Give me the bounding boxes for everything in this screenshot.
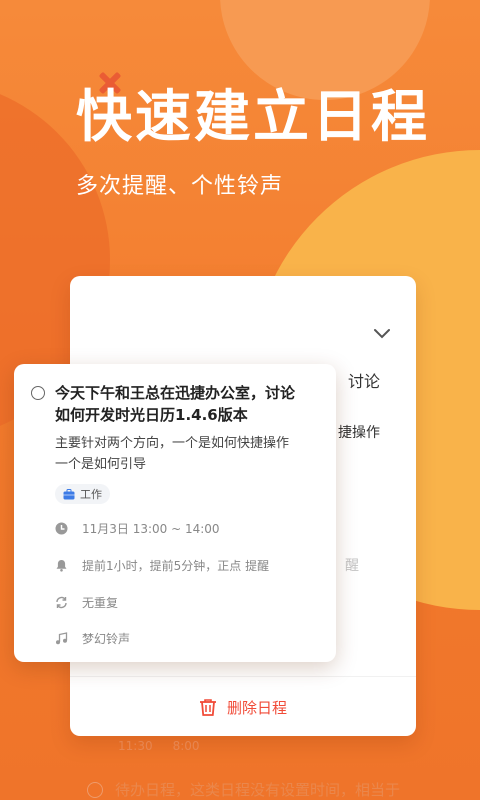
event-time-row[interactable]: 11月3日 13:00 ~ 14:00	[55, 520, 220, 537]
complete-radio[interactable]	[31, 386, 45, 400]
event-time: 11月3日 13:00 ~ 14:00	[82, 522, 220, 536]
bell-icon	[56, 560, 67, 572]
category-tag-label: 工作	[80, 488, 102, 501]
list-item-time-a: 11:30	[118, 739, 153, 753]
back-fragment-discuss: 讨论	[348, 372, 381, 391]
briefcase-icon	[63, 488, 75, 499]
event-desc-line2: 一个是如何引导	[55, 457, 147, 472]
event-repeat-row[interactable]: 无重复	[55, 594, 118, 611]
list-item-text: 待办日程，这类日程没有设置时间，相当于	[115, 781, 401, 799]
delete-event-button[interactable]: 删除日程	[70, 678, 416, 736]
hero-subtitle: 多次提醒、个性铃声	[76, 174, 284, 199]
event-desc-line1: 主要针对两个方向，一个是如何快捷操作	[55, 436, 290, 451]
event-reminder-row[interactable]: 提前1小时，提前5分钟，正点 提醒	[55, 557, 269, 574]
event-title: 今天下午和王总在迅捷办公室，讨论 如何开发时光日历1.4.6版本	[55, 382, 317, 426]
trash-icon	[199, 698, 216, 716]
list-item-meta: 11:30 8:00	[118, 739, 200, 753]
hero-title: 快速建立日程	[76, 85, 430, 150]
list-item-time-b: 8:00	[172, 739, 200, 753]
divider	[70, 676, 416, 677]
back-fragment-action: 捷操作	[338, 425, 380, 441]
event-title-line1: 今天下午和王总在迅捷办公室，讨论	[55, 384, 296, 402]
event-description: 主要针对两个方向，一个是如何快捷操作 一个是如何引导	[55, 433, 317, 475]
event-ringtone-row[interactable]: 梦幻铃声	[55, 630, 130, 647]
back-fragment-remind: 醒	[345, 558, 359, 574]
music-note-icon	[56, 632, 68, 645]
chevron-down-icon[interactable]	[373, 328, 391, 340]
repeat-icon	[56, 596, 67, 609]
event-title-line2: 如何开发时光日历1.4.6版本	[55, 406, 248, 424]
event-ringtone: 梦幻铃声	[82, 632, 131, 646]
todo-checkbox[interactable]	[87, 781, 103, 798]
event-reminder: 提前1小时，提前5分钟，正点 提醒	[82, 559, 270, 573]
event-detail-card[interactable]: 今天下午和王总在迅捷办公室，讨论 如何开发时光日历1.4.6版本 主要针对两个方…	[14, 364, 336, 662]
category-tag[interactable]: 工作	[55, 484, 110, 504]
clock-icon	[55, 522, 68, 535]
delete-event-label: 删除日程	[226, 698, 287, 717]
event-repeat: 无重复	[82, 596, 119, 610]
list-item[interactable]: 待办日程，这类日程没有设置时间，相当于	[87, 779, 400, 800]
